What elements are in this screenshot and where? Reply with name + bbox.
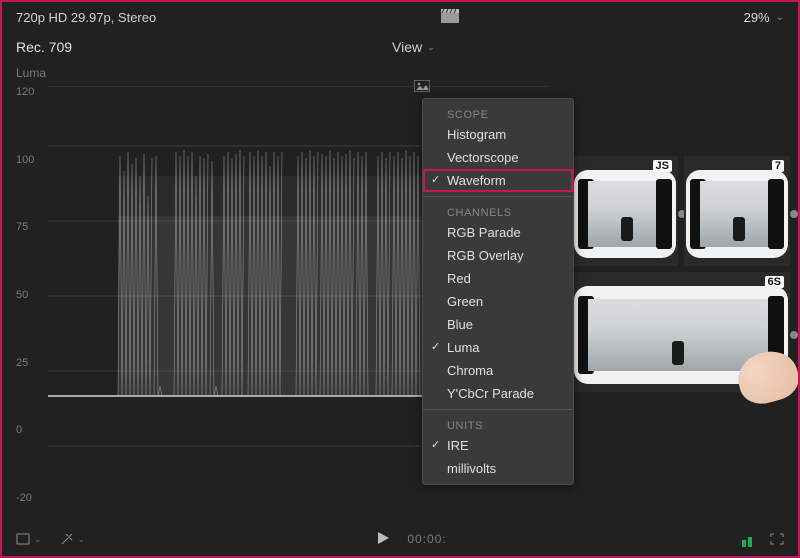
menu-section-header: UNITS (423, 414, 573, 434)
play-button[interactable] (378, 532, 389, 547)
menu-item-vectorscope[interactable]: Vectorscope (423, 146, 573, 169)
scope-area: 120 100 75 50 25 0 -20 (2, 80, 798, 520)
y-tick: 25 (16, 357, 48, 371)
transport-bar: ⌄ ⌄ 00:00: (2, 522, 798, 556)
y-tick: 100 (16, 154, 48, 168)
chevron-down-icon: ⌄ (427, 42, 435, 53)
menu-item-histogram[interactable]: Histogram (423, 123, 573, 146)
y-axis: 120 100 75 50 25 0 -20 (16, 86, 48, 506)
menu-item-chroma[interactable]: Chroma (423, 359, 573, 382)
chevron-down-icon: ⌄ (776, 12, 784, 23)
menu-item-luma[interactable]: Luma (423, 336, 573, 359)
image-icon[interactable] (414, 80, 430, 95)
menu-section-header: CHANNELS (423, 201, 573, 221)
audio-meter (740, 533, 752, 545)
menu-item-ire[interactable]: IRE (423, 434, 573, 457)
clip-format: 720p HD 29.97p, Stereo (16, 10, 156, 25)
view-menu-button[interactable]: View ⌄ (392, 39, 435, 55)
fullscreen-button[interactable] (770, 533, 784, 545)
scale-tool-button[interactable]: ⌄ (16, 533, 42, 545)
menu-item-rgb-overlay[interactable]: RGB Overlay (423, 244, 573, 267)
y-tick: -20 (16, 492, 48, 506)
y-tick: 120 (16, 86, 48, 100)
scope-channel-label: Luma (2, 62, 798, 80)
clip-thumbnail[interactable]: 6S (572, 272, 790, 392)
menu-section-header: SCOPE (423, 103, 573, 123)
app-window: 720p HD 29.97p, Stereo 29% ⌄ Rec. 709 Vi… (0, 0, 800, 558)
clip-thumbnail[interactable]: 7 (684, 156, 790, 266)
y-tick: 0 (16, 424, 48, 438)
view-label: View (392, 39, 422, 55)
menu-item-rgb-parade[interactable]: RGB Parade (423, 221, 573, 244)
menu-item-red[interactable]: Red (423, 267, 573, 290)
menu-item-blue[interactable]: Blue (423, 313, 573, 336)
enhance-tool-button[interactable]: ⌄ (60, 532, 86, 546)
timecode-display[interactable]: 00:00: (407, 532, 446, 546)
menu-item-waveform[interactable]: Waveform (423, 169, 573, 192)
y-tick: 75 (16, 221, 48, 235)
zoom-value: 29% (744, 10, 770, 25)
zoom-dropdown[interactable]: 29% ⌄ (744, 10, 784, 25)
clapperboard-icon[interactable] (441, 9, 459, 26)
menu-item-millivolts[interactable]: millivolts (423, 457, 573, 480)
browser-clips: JS 7 6S (572, 156, 792, 392)
scope-header: Rec. 709 View ⌄ (2, 32, 798, 62)
y-tick: 50 (16, 289, 48, 303)
color-space-label: Rec. 709 (16, 39, 72, 55)
menu-item-green[interactable]: Green (423, 290, 573, 313)
view-dropdown-menu: SCOPEHistogramVectorscopeWaveform CHANNEL… (422, 98, 574, 485)
menu-item-y-cbcr-parade[interactable]: Y'CbCr Parade (423, 382, 573, 405)
format-bar: 720p HD 29.97p, Stereo 29% ⌄ (2, 2, 798, 32)
clip-thumbnail[interactable]: JS (572, 156, 678, 266)
chevron-down-icon: ⌄ (34, 534, 42, 545)
chevron-down-icon: ⌄ (78, 534, 86, 545)
